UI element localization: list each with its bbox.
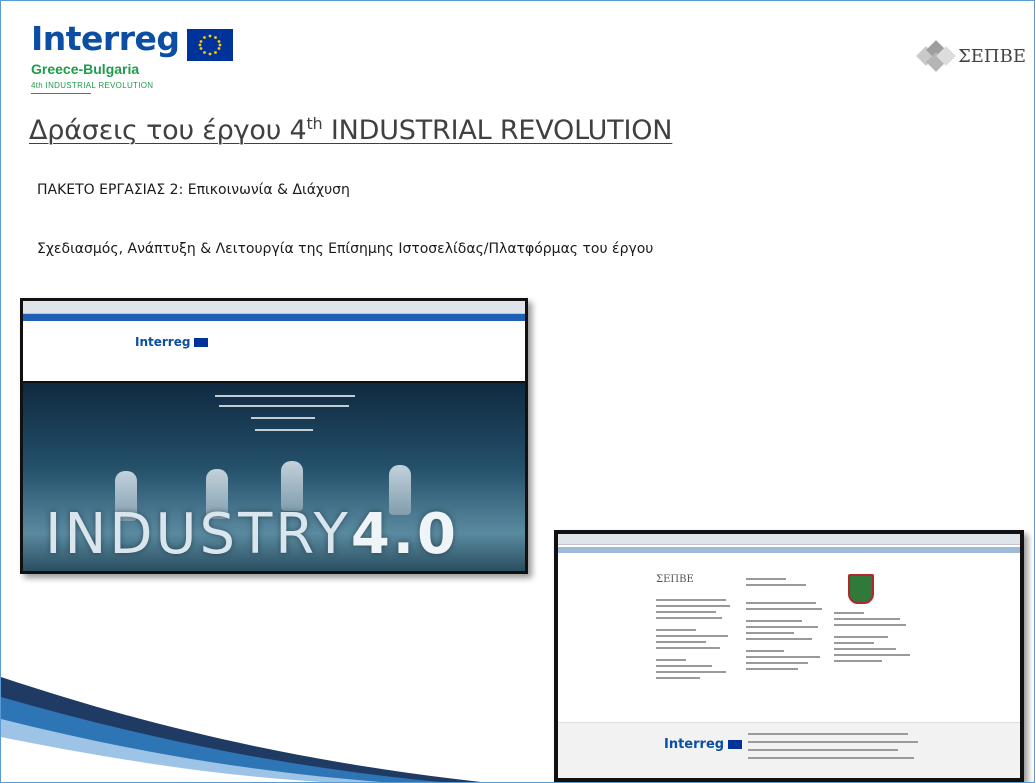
- browser-bar: [23, 301, 525, 314]
- title-sup: th: [306, 114, 323, 133]
- website-screenshot-home: Interreg INDUSTRY4.0: [20, 298, 528, 574]
- crest-icon: [848, 574, 874, 604]
- partner-column: ΣΕΠΒΕ: [656, 574, 736, 683]
- sepve-label: ΣΕΠΒΕ: [958, 45, 1026, 67]
- decorative-swoosh: [1, 677, 481, 782]
- blue-nav-bar: [23, 314, 525, 321]
- partner-column: [746, 574, 826, 674]
- diamond-icon: [916, 40, 956, 72]
- interreg-wordmark: Interreg: [31, 19, 180, 58]
- nav-bar: [558, 547, 1020, 553]
- browser-bar: [558, 534, 1020, 545]
- partner-column: [834, 574, 914, 666]
- description-text: Σχεδιασμός, Ανάπτυξη & Λειτουργία της Επ…: [37, 241, 654, 257]
- footer-logo: Interreg: [664, 737, 743, 752]
- title-main: Δράσεις του έργου 4: [29, 115, 307, 146]
- website-screenshot-partners: ΣΕΠΒΕ Interreg: [554, 530, 1024, 782]
- site-header: Interreg: [23, 321, 525, 381]
- interreg-project: 4th INDUSTRIAL REVOLUTION: [31, 81, 154, 90]
- sepve-logo: ΣΕΠΒΕ: [916, 40, 1026, 72]
- eu-flag-icon: [187, 29, 233, 61]
- page-title: Δράσεις του έργου 4th INDUSTRIAL REVOLUT…: [29, 115, 672, 146]
- interreg-rule: [31, 93, 91, 94]
- interreg-logo: Interreg Greece-Bulgaria 4th INDUSTRIAL …: [31, 19, 233, 94]
- work-package-heading: ΠΑΚΕΤΟ ΕΡΓΑΣΙΑΣ 2: Επικοινωνία & Διάχυση: [37, 182, 350, 198]
- slide: Interreg Greece-Bulgaria 4th INDUSTRIAL …: [0, 0, 1035, 783]
- interreg-region: Greece-Bulgaria: [31, 61, 140, 77]
- partner-logo: ΣΕΠΒΕ: [656, 574, 694, 585]
- site-logo: Interreg: [135, 335, 209, 349]
- hero-banner: INDUSTRY4.0: [23, 383, 525, 571]
- hero-headline: INDUSTRY4.0: [45, 502, 460, 567]
- site-footer: Interreg: [558, 722, 1020, 778]
- title-rest: INDUSTRIAL REVOLUTION: [322, 115, 673, 146]
